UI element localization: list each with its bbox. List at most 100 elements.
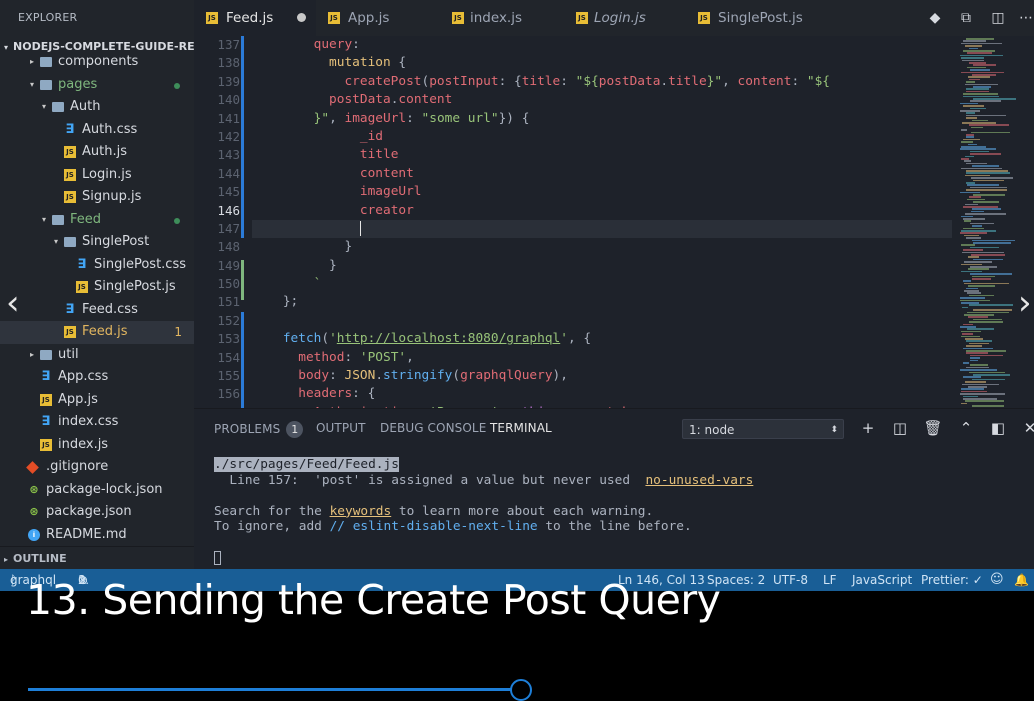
previous-lecture-chevron-icon[interactable]: ‹ — [6, 283, 20, 323]
more-actions-icon[interactable]: ⋯ — [1016, 8, 1034, 28]
panel-tab-terminal[interactable]: TERMINAL — [490, 421, 552, 435]
terminal-file-path: ./src/pages/Feed/Feed.js — [214, 457, 399, 472]
minimap-line — [965, 400, 1004, 402]
prettier-status[interactable]: Prettier: ✓ — [921, 569, 983, 591]
next-lecture-chevron-icon[interactable]: › — [1018, 283, 1032, 323]
minimap-line — [968, 256, 979, 258]
tree-item[interactable]: ∃App.css — [0, 366, 194, 389]
minimap-line — [963, 348, 993, 350]
panel-tab-output[interactable]: OUTPUT — [316, 421, 366, 435]
maximize-panel-chevron-up-icon[interactable]: ⌃ — [956, 418, 976, 438]
eol-setting[interactable]: LF — [823, 569, 837, 591]
tree-item[interactable]: ∃Feed.css — [0, 299, 194, 322]
minimap-line — [963, 139, 980, 141]
minimap-line — [970, 153, 1001, 155]
tree-item[interactable]: JSSignup.js — [0, 186, 194, 209]
tree-item[interactable]: ▾Feed — [0, 209, 194, 232]
minimap-line — [964, 290, 979, 292]
explorer-sidebar: EXPLORER ▾NODEJS-COMPLETE-GUIDE-RE... ▸c… — [0, 0, 194, 569]
tree-item[interactable]: JSindex.js — [0, 434, 194, 457]
tree-item[interactable]: JSLogin.js — [0, 164, 194, 187]
panel-tab-problems[interactable]: PROBLEMS1 — [214, 421, 303, 438]
tree-item[interactable]: ▾SinglePost — [0, 231, 194, 254]
outline-section[interactable]: ▸OUTLINE — [0, 546, 194, 569]
close-panel-icon[interactable]: ✕ — [1020, 418, 1034, 438]
tree-item[interactable]: ⊛package.json — [0, 501, 194, 524]
chevron-right-icon[interactable]: ▸ — [26, 344, 38, 367]
minimap-line — [965, 338, 983, 340]
minimap-line — [963, 376, 981, 378]
chevron-right-icon[interactable]: ▸ — [26, 51, 38, 74]
chevron-down-icon[interactable]: ▾ — [38, 96, 50, 119]
encoding-setting[interactable]: UTF-8 — [773, 569, 808, 591]
terminal-warning-rule-link[interactable]: no-unused-vars — [645, 473, 753, 488]
code-line: createPost(postInput: {title: "${postDat… — [252, 73, 952, 91]
code-content[interactable]: query: mutation { createPost(postInput: … — [252, 36, 952, 408]
minimap-line — [972, 120, 988, 122]
tree-item[interactable]: JSApp.js — [0, 389, 194, 412]
tree-item[interactable]: ∃SinglePost.css — [0, 254, 194, 277]
feedback-smiley-icon[interactable]: ☺ — [990, 569, 1004, 591]
tree-item[interactable]: ▾Auth — [0, 96, 194, 119]
tree-item[interactable]: ▸util — [0, 344, 194, 367]
tab-index-js[interactable]: JS index.js — [438, 0, 560, 36]
minimap-line — [966, 81, 975, 83]
git-compare-icon[interactable]: ◆ — [925, 8, 945, 28]
split-editor-icon[interactable]: ◫ — [988, 8, 1008, 28]
tree-item[interactable]: JSSinglePost.js — [0, 276, 194, 299]
tree-item-label: App.js — [58, 389, 98, 412]
language-mode[interactable]: JavaScript — [852, 569, 912, 591]
panel-tab-label: PROBLEMS — [214, 422, 280, 436]
open-preview-icon[interactable]: ⧉ — [956, 8, 976, 28]
tree-item[interactable]: .gitignore — [0, 456, 194, 479]
current-code-line — [252, 220, 952, 238]
toggle-panel-position-icon[interactable]: ◧ — [988, 418, 1008, 438]
tree-item[interactable]: ⊛package-lock.json — [0, 479, 194, 502]
kill-terminal-trash-icon[interactable]: 🗑 — [923, 418, 943, 438]
css-icon: ∃ — [40, 416, 52, 428]
minimap-line — [970, 273, 1012, 275]
minimap-line — [968, 285, 995, 287]
code-line: }; — [252, 293, 952, 311]
line-number: 148 — [194, 238, 240, 256]
css-icon: ∃ — [64, 304, 76, 316]
minimap-line — [967, 328, 994, 330]
minimap-line — [965, 213, 1006, 215]
tree-item[interactable]: iREADME.md — [0, 524, 194, 547]
minimap-line — [966, 91, 989, 93]
tab-singlepost-js[interactable]: JS SinglePost.js — [686, 0, 816, 36]
minimap-line — [966, 136, 974, 138]
tab-feed-js[interactable]: JS Feed.js — [194, 0, 316, 36]
tab-app-js[interactable]: JS App.js — [316, 0, 438, 36]
notifications-bell-icon[interactable]: 🔔 — [1014, 569, 1029, 591]
video-progress-knob[interactable] — [510, 679, 532, 701]
js-icon: JS — [698, 12, 710, 24]
chevron-down-icon[interactable]: ▾ — [50, 231, 62, 254]
folder-icon — [52, 102, 64, 112]
code-line: title — [252, 146, 952, 164]
tree-item[interactable]: ∃ index.css — [0, 411, 194, 434]
terminal-keywords-link[interactable]: keywords — [330, 504, 392, 519]
tree-item[interactable]: JSAuth.js — [0, 141, 194, 164]
minimap-line — [960, 393, 1005, 395]
minimap-line — [960, 232, 987, 234]
tree-item[interactable]: ▾pages — [0, 74, 194, 97]
tree-item[interactable]: ∃Auth.css — [0, 119, 194, 142]
terminal-select[interactable]: 1: node⬍ — [682, 419, 844, 439]
minimap-line — [961, 271, 982, 273]
chevron-down-icon[interactable]: ▾ — [26, 74, 38, 97]
panel-tab-debug-console[interactable]: DEBUG CONSOLE — [380, 421, 486, 435]
tree-item-label: index.css — [58, 411, 118, 434]
tree-item[interactable]: JSFeed.js1 — [0, 321, 194, 344]
new-terminal-icon[interactable]: + — [858, 418, 878, 438]
minimap[interactable] — [960, 36, 1026, 408]
git-modified-bar — [241, 36, 244, 238]
terminal-output[interactable]: ./src/pages/Feed/Feed.js Line 157: 'post… — [214, 457, 753, 566]
split-terminal-icon[interactable]: ◫ — [890, 418, 910, 438]
tree-item[interactable]: ▸components — [0, 51, 194, 74]
line-number: 143 — [194, 146, 240, 164]
tab-login-js[interactable]: JS Login.js — [562, 0, 684, 36]
minimap-line — [969, 304, 1013, 306]
chevron-down-icon[interactable]: ▾ — [38, 209, 50, 232]
code-editor[interactable]: 1371381391401411421431441451461471481491… — [194, 36, 1034, 408]
